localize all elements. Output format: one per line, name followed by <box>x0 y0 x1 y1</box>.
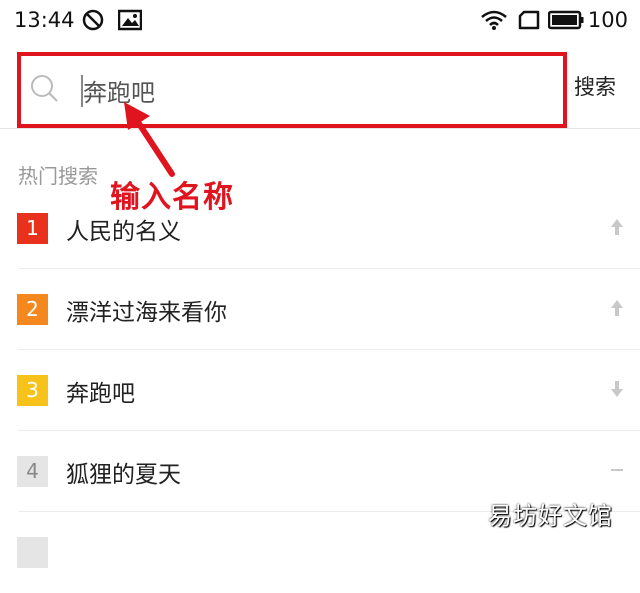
list-item[interactable]: 3 奔跑吧 <box>0 350 640 431</box>
up-arrow-icon <box>611 300 623 316</box>
down-arrow-icon <box>611 381 623 397</box>
status-time: 13:44 <box>14 8 75 32</box>
screen-rotate-icon <box>518 10 540 30</box>
hot-search-title: 热门搜索 <box>18 164 98 188</box>
item-label: 漂洋过海来看你 <box>66 300 227 326</box>
rank-badge: 1 <box>17 213 48 244</box>
status-bar: 13:44 100 <box>0 0 640 40</box>
item-label: 人民的名义 <box>66 219 181 245</box>
battery-icon <box>548 10 584 30</box>
dash-icon <box>611 469 623 471</box>
search-button[interactable]: 搜索 <box>574 71 616 101</box>
search-header: 搜索 <box>0 40 640 129</box>
image-icon <box>118 9 142 31</box>
rank-badge: 2 <box>17 294 48 325</box>
list-item[interactable]: 2 漂洋过海来看你 <box>0 269 640 350</box>
search-box[interactable] <box>17 52 567 128</box>
wifi-icon <box>481 10 507 30</box>
search-icon <box>31 75 58 102</box>
item-label: 奔跑吧 <box>66 381 135 407</box>
list-item[interactable]: 1 人民的名义 <box>0 188 640 269</box>
up-arrow-icon <box>611 219 623 235</box>
rank-badge: 4 <box>17 456 48 487</box>
watermark: 易坊好文馆 <box>488 502 613 530</box>
item-label: 狐狸的夏天 <box>66 462 181 488</box>
rank-badge: 3 <box>17 375 48 406</box>
do-not-disturb-icon <box>82 9 104 31</box>
annotation-arrow-icon <box>124 102 175 177</box>
battery-level: 100 <box>587 8 628 32</box>
